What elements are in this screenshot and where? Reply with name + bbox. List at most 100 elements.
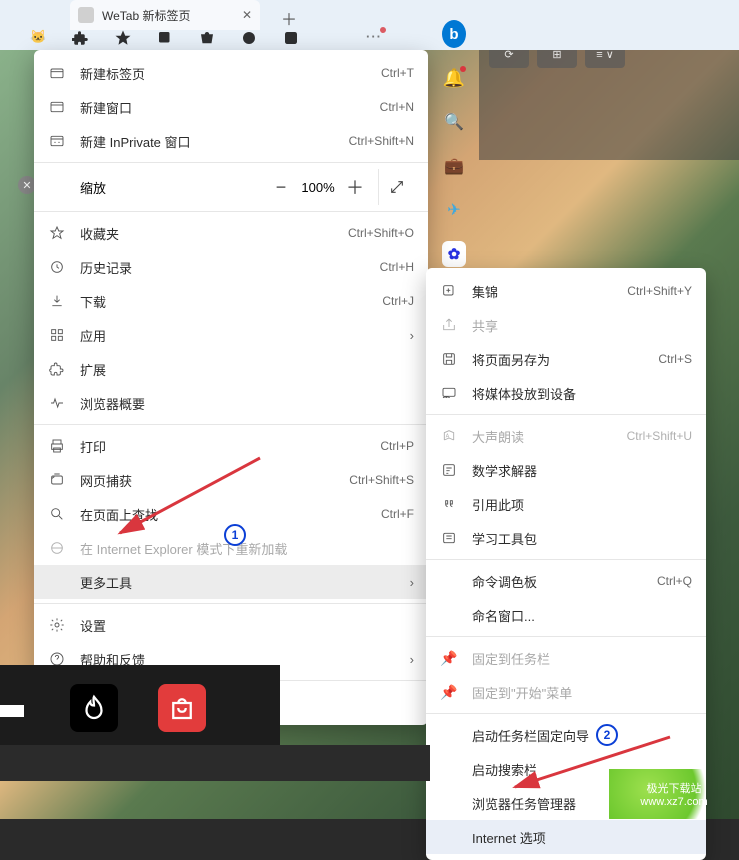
notification-dot-icon: [380, 27, 386, 33]
menu-share: 共享: [426, 308, 706, 342]
app-icon-bag[interactable]: [158, 684, 206, 732]
menu-item-label: 设置: [80, 616, 414, 635]
watermark: 极光下载站 www.xz7.com: [609, 769, 739, 819]
menu-print[interactable]: 打印Ctrl+P: [34, 429, 428, 463]
menu-more-tools[interactable]: 更多工具 ›: [34, 565, 428, 599]
menu-item-shortcut: Ctrl+N: [380, 100, 414, 114]
menu-item-label: 网页捕获: [80, 471, 349, 490]
zoom-out-button[interactable]: −: [266, 172, 296, 202]
menu-item-shortcut: Ctrl+T: [381, 66, 414, 80]
menu-new-window[interactable]: 新建窗口Ctrl+N: [34, 90, 428, 124]
menu-taskbar-guide[interactable]: 启动任务栏固定向导: [426, 718, 706, 752]
inprivate-icon: [48, 133, 66, 149]
menu-item-label: 共享: [472, 316, 692, 335]
browser-chrome: WeTab 新标签页 ✕ ＋ 🐱 ···: [0, 0, 739, 50]
app-icon-flame[interactable]: [70, 684, 118, 732]
menu-item-label: 下载: [80, 292, 382, 311]
menu-item-label: 历史记录: [80, 258, 380, 277]
menu-item-label: 命名窗口...: [472, 606, 692, 625]
history-icon: [48, 259, 66, 275]
menu-item-label: 固定到任务栏: [472, 649, 692, 668]
edge-sidebar: b 🔔 🔍 💼 ✈ ✿: [430, 16, 478, 266]
share-icon: [440, 317, 458, 333]
coll-icon: [440, 283, 458, 299]
menu-cast[interactable]: 将媒体投放到设备: [426, 376, 706, 410]
menu-math[interactable]: 数学求解器: [426, 453, 706, 487]
menu-downloads[interactable]: 下载Ctrl+J: [34, 284, 428, 318]
zoom-row: 缩放 − 100% ＋: [34, 167, 428, 207]
menu-item-shortcut: Ctrl+Q: [657, 574, 692, 588]
work-icon[interactable]: 💼: [442, 154, 466, 178]
learn-icon: [440, 530, 458, 546]
math-icon: [440, 462, 458, 478]
send-icon[interactable]: ✈: [442, 198, 466, 222]
menu-internet-opts[interactable]: Internet 选项: [426, 820, 706, 854]
menu-extensions[interactable]: 扩展: [34, 352, 428, 386]
extension-icon[interactable]: 🐱: [30, 29, 48, 47]
favorites-icon[interactable]: [114, 29, 132, 47]
menu-history[interactable]: 历史记录Ctrl+H: [34, 250, 428, 284]
menu-item-label: 引用此项: [472, 495, 692, 514]
menu-item-label: 启动任务栏固定向导: [472, 726, 692, 745]
star-icon: [48, 225, 66, 241]
svg-text:A: A: [446, 433, 450, 439]
menu-new-tab[interactable]: 新建标签页Ctrl+T: [34, 56, 428, 90]
menu-item-label: 应用: [80, 326, 402, 345]
menu-essentials[interactable]: 浏览器概要: [34, 386, 428, 420]
menu-item-label: 集锦: [472, 282, 627, 301]
app-dock: [0, 665, 280, 751]
menu-item-label: Internet 选项: [472, 828, 692, 847]
menu-item-label: 将媒体投放到设备: [472, 384, 692, 403]
menu-capture[interactable]: 网页捕获Ctrl+Shift+S: [34, 463, 428, 497]
menu-item-label: 更多工具: [80, 573, 402, 592]
search-icon[interactable]: 🔍: [442, 110, 466, 134]
menu-name-window[interactable]: 命名窗口...: [426, 598, 706, 632]
capture-icon: [48, 472, 66, 488]
menu-item-shortcut: Ctrl+J: [382, 294, 414, 308]
collections-icon[interactable]: [156, 29, 174, 47]
notification-icon[interactable]: 🔔: [442, 66, 466, 90]
app-icon[interactable]: [282, 29, 300, 47]
menu-collections[interactable]: 集锦Ctrl+Shift+Y: [426, 274, 706, 308]
menu-item-label: 收藏夹: [80, 224, 348, 243]
bing-chat-icon[interactable]: b: [442, 22, 466, 46]
shopping-icon[interactable]: [198, 29, 216, 47]
zoom-in-button[interactable]: ＋: [340, 172, 370, 202]
apps-icon: [48, 327, 66, 343]
menu-favorites[interactable]: 收藏夹Ctrl+Shift+O: [34, 216, 428, 250]
menu-item-label: 将页面另存为: [472, 350, 658, 369]
menu-save-as[interactable]: 将页面另存为Ctrl+S: [426, 342, 706, 376]
print-icon: [48, 438, 66, 454]
zoom-value: 100%: [296, 180, 340, 195]
menu-learn[interactable]: 学习工具包: [426, 521, 706, 555]
pin-icon: 📌: [440, 650, 458, 667]
puzzle-icon[interactable]: [72, 29, 90, 47]
read-icon: A: [440, 428, 458, 444]
chevron-right-icon: ›: [410, 575, 414, 590]
menu-item-label: 大声朗读: [472, 427, 627, 446]
menu-new-inprivate[interactable]: 新建 InPrivate 窗口Ctrl+Shift+N: [34, 124, 428, 158]
annotation-badge-1: 1: [224, 524, 246, 546]
cast-icon: [440, 385, 458, 401]
ie-mode-icon[interactable]: [240, 29, 258, 47]
baidu-icon[interactable]: ✿: [442, 242, 466, 266]
tab-favicon: [78, 7, 94, 23]
white-edge: [0, 705, 24, 717]
menu-cite[interactable]: 引用此项: [426, 487, 706, 521]
zoom-label: 缩放: [80, 178, 266, 197]
menu-cmd-palette[interactable]: 命令调色板Ctrl+Q: [426, 564, 706, 598]
menu-item-shortcut: Ctrl+Shift+S: [349, 473, 414, 487]
menu-item-shortcut: Ctrl+P: [380, 439, 414, 453]
menu-settings[interactable]: 设置: [34, 608, 428, 642]
tab-close-icon[interactable]: ✕: [242, 8, 252, 22]
ext-icon: [48, 361, 66, 377]
save-icon: [440, 351, 458, 367]
menu-read-aloud: A大声朗读Ctrl+Shift+U: [426, 419, 706, 453]
menu-apps[interactable]: 应用 ›: [34, 318, 428, 352]
fullscreen-button[interactable]: [378, 169, 414, 205]
menu-button[interactable]: ···: [366, 29, 384, 47]
chevron-right-icon: ›: [410, 328, 414, 343]
profile-avatar[interactable]: [324, 29, 342, 47]
watermark-line2: www.xz7.com: [640, 796, 707, 808]
menu-item-label: 扩展: [80, 360, 414, 379]
